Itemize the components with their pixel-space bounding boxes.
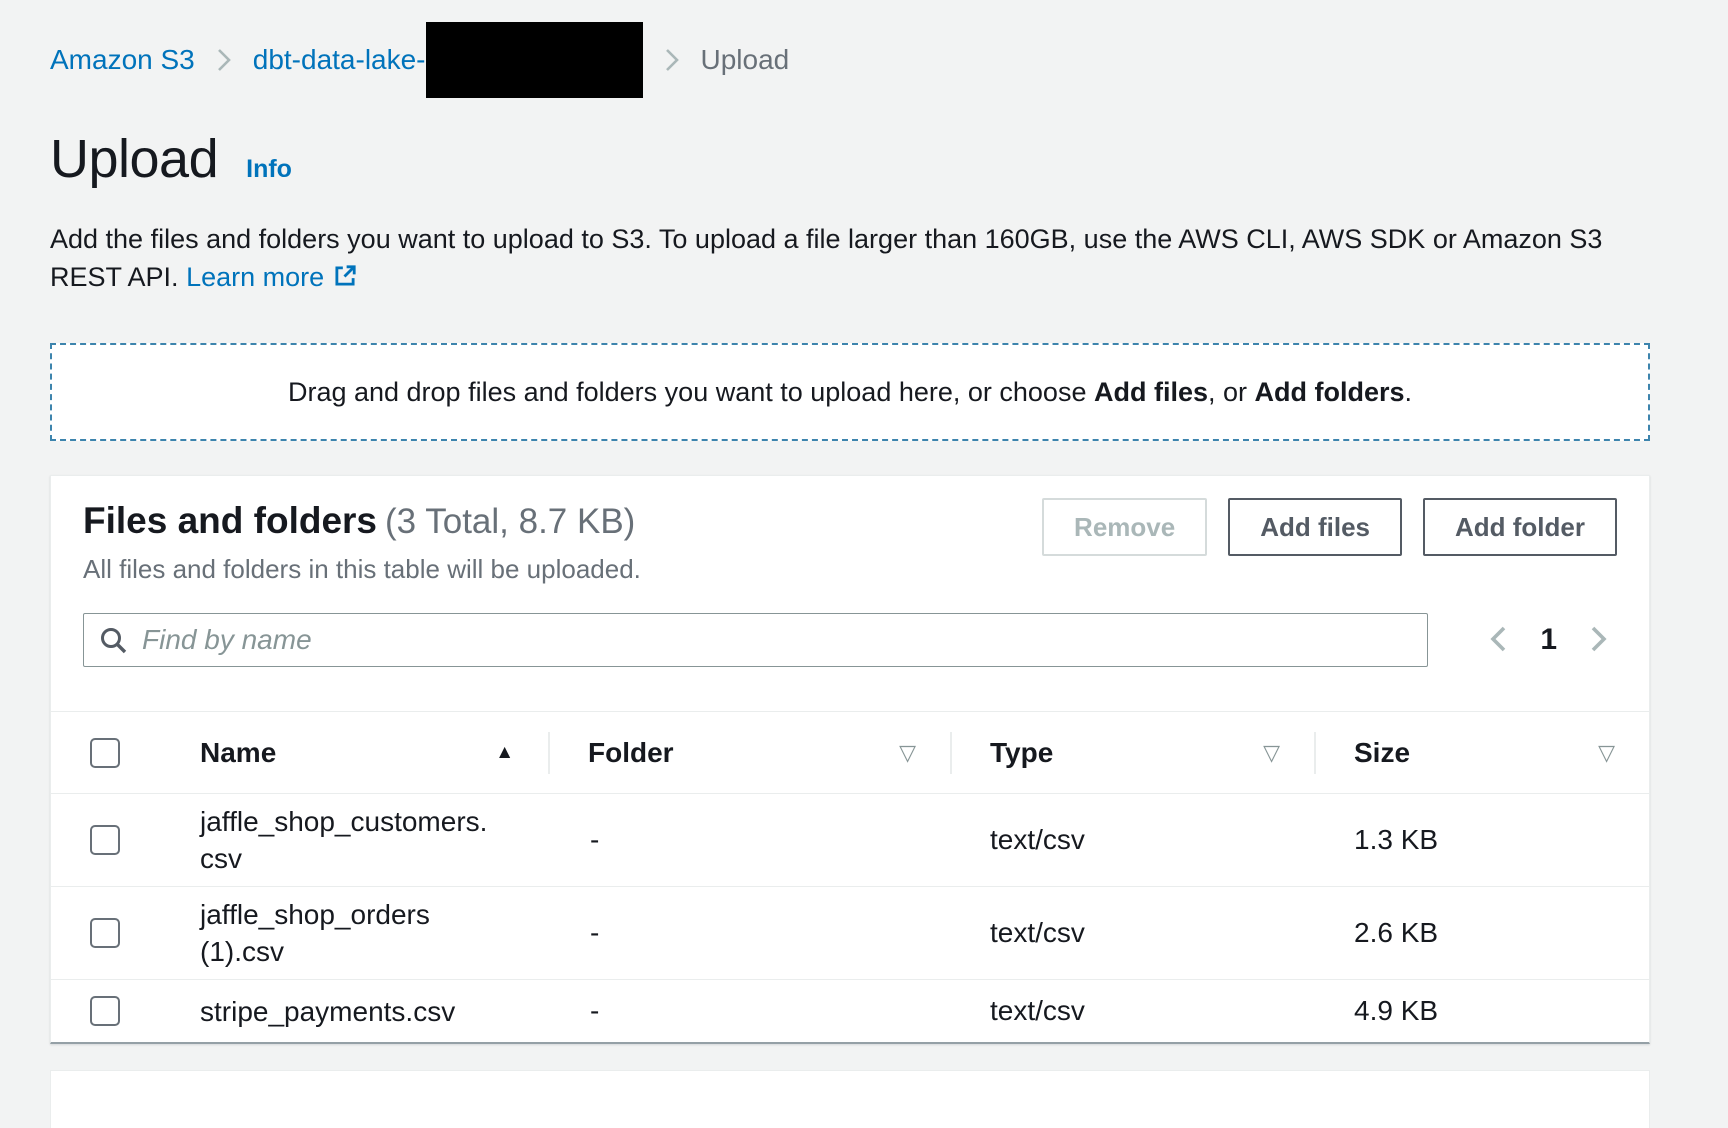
file-type: text/csv [950, 824, 1314, 856]
next-page-button[interactable] [1587, 623, 1611, 658]
panel-title: Files and folders [83, 500, 377, 541]
previous-page-button[interactable] [1486, 623, 1510, 658]
pagination: 1 [1486, 623, 1617, 658]
sort-toggle-icon: ▽ [1598, 740, 1615, 766]
current-page-number: 1 [1540, 623, 1557, 657]
file-type: text/csv [950, 917, 1314, 949]
file-name: jaffle_shop_customers.csv [160, 794, 548, 886]
info-link[interactable]: Info [246, 155, 292, 184]
chevron-right-icon [1587, 623, 1611, 658]
select-all-checkbox[interactable] [90, 738, 120, 768]
row-select-cell [51, 980, 160, 1042]
s3-upload-page: Amazon S3 dbt-data-lake- Upload Upload I… [0, 0, 1728, 1128]
search-box [83, 613, 1428, 667]
file-name: stripe_payments.csv [160, 984, 548, 1039]
file-size: 1.3 KB [1314, 824, 1649, 856]
column-header-size[interactable]: Size ▽ [1314, 712, 1649, 794]
next-panel-sliver [50, 1070, 1650, 1128]
row-select-cell [51, 887, 160, 979]
external-link-icon [332, 261, 358, 299]
chevron-left-icon [1486, 623, 1510, 658]
select-all-cell [51, 712, 160, 794]
add-folder-button[interactable]: Add folder [1423, 498, 1617, 556]
table-row: jaffle_shop_customers.csv - text/csv 1.3… [51, 794, 1649, 887]
files-table: Name ▲ Folder ▽ Type ▽ Size ▽ [51, 711, 1649, 1042]
sort-ascending-icon: ▲ [495, 742, 514, 764]
learn-more-link[interactable]: Learn more [186, 262, 324, 292]
sort-toggle-icon: ▽ [1263, 740, 1280, 766]
file-type: text/csv [950, 995, 1314, 1027]
file-folder: - [548, 995, 950, 1027]
dropzone-text: Drag and drop files and folders you want… [288, 377, 1412, 408]
panel-subtitle: All files and folders in this table will… [83, 554, 641, 585]
panel-actions: Remove Add files Add folder [1042, 498, 1617, 556]
breadcrumb-chevron-icon [215, 47, 233, 73]
panel-count-summary: (3 Total, 8.7 KB) [385, 502, 635, 541]
row-select-cell [51, 794, 160, 886]
column-header-name[interactable]: Name ▲ [160, 712, 548, 794]
row-checkbox[interactable] [90, 996, 120, 1026]
intro-paragraph: Add the files and folders you want to up… [0, 190, 1620, 299]
sort-toggle-icon: ▽ [899, 740, 916, 766]
add-files-button[interactable]: Add files [1228, 498, 1402, 556]
search-input[interactable] [142, 614, 1413, 666]
table-header-row: Name ▲ Folder ▽ Type ▽ Size ▽ [51, 712, 1649, 794]
file-name: jaffle_shop_orders (1).csv [160, 887, 548, 979]
file-size: 4.9 KB [1314, 995, 1649, 1027]
table-row: jaffle_shop_orders (1).csv - text/csv 2.… [51, 887, 1649, 980]
page-header: Upload Info [0, 80, 1728, 190]
breadcrumb-amazon-s3-link[interactable]: Amazon S3 [50, 44, 195, 76]
breadcrumb-current-upload: Upload [701, 44, 790, 76]
breadcrumb: Amazon S3 dbt-data-lake- Upload [0, 0, 1728, 80]
row-checkbox[interactable] [90, 825, 120, 855]
panel-header: Files and folders(3 Total, 8.7 KB) All f… [51, 498, 1649, 585]
table-row: stripe_payments.csv - text/csv 4.9 KB [51, 980, 1649, 1042]
search-icon [98, 625, 128, 655]
page-title: Upload [50, 128, 218, 190]
breadcrumb-bucket-link[interactable]: dbt-data-lake- [253, 44, 426, 76]
files-and-folders-panel: Files and folders(3 Total, 8.7 KB) All f… [50, 475, 1650, 1044]
remove-button[interactable]: Remove [1042, 498, 1207, 556]
dropzone-add-files-emphasis: Add files [1094, 377, 1208, 407]
panel-header-text: Files and folders(3 Total, 8.7 KB) All f… [83, 498, 641, 585]
breadcrumb-chevron-icon [663, 47, 681, 73]
drag-and-drop-zone[interactable]: Drag and drop files and folders you want… [50, 343, 1650, 441]
dropzone-add-folders-emphasis: Add folders [1255, 377, 1405, 407]
file-folder: - [548, 824, 950, 856]
file-folder: - [548, 917, 950, 949]
redacted-bucket-name [426, 22, 643, 98]
row-checkbox[interactable] [90, 918, 120, 948]
column-header-folder[interactable]: Folder ▽ [548, 712, 950, 794]
search-and-pagination-row: 1 [51, 613, 1649, 667]
column-header-type[interactable]: Type ▽ [950, 712, 1314, 794]
file-size: 2.6 KB [1314, 917, 1649, 949]
